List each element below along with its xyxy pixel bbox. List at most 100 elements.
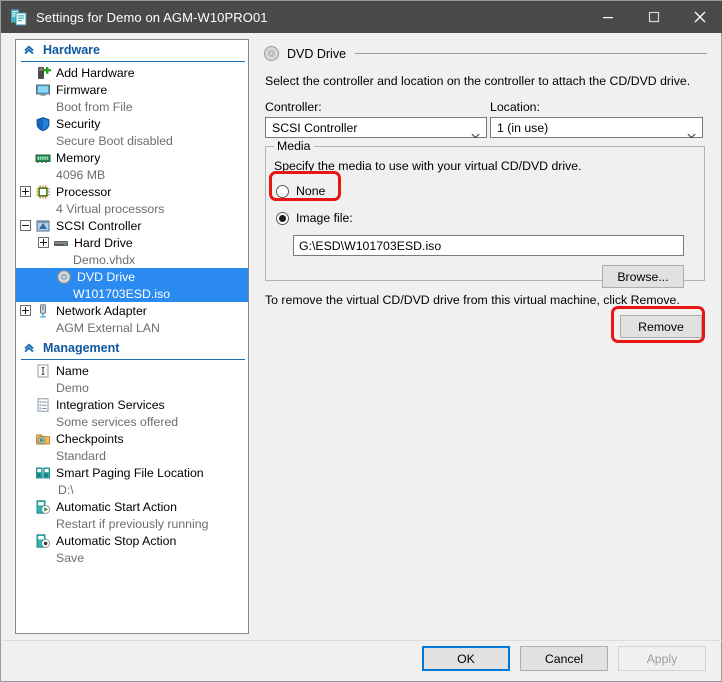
tree-item-sub-security: Secure Boot disabled (56, 133, 173, 148)
panel-description: Select the controller and location on th… (265, 74, 691, 88)
controller-dropdown[interactable]: SCSI Controller (265, 117, 487, 138)
tree-item-memory[interactable]: Memory (16, 149, 248, 166)
tree-item-sub-integration-services: Some services offered (56, 414, 179, 429)
group-header-hardware[interactable]: Hardware (16, 40, 248, 60)
tree-item-sub-automatic-stop-action: Save (56, 550, 85, 565)
panel-header: DVD Drive (263, 45, 709, 62)
tree-item-label: Name (56, 363, 89, 378)
tree-item-label: Automatic Stop Action (56, 533, 177, 548)
none-radio-label: None (296, 184, 326, 198)
tree-item-add-hardware[interactable]: Add Hardware (16, 64, 248, 81)
ok-button[interactable]: OK (422, 646, 510, 671)
tree-item-sub-checkpoints: Standard (56, 448, 106, 463)
chevron-up-icon (21, 340, 37, 356)
name-icon (35, 363, 51, 379)
expander-plus-icon[interactable] (38, 237, 49, 248)
maximize-button[interactable] (631, 1, 677, 33)
tree-item-sub-processor: 4 Virtual processors (56, 201, 165, 216)
remove-description: To remove the virtual CD/DVD drive from … (265, 293, 680, 307)
tree-item-sub-dvd-drive: W101703ESD.iso (16, 285, 248, 302)
group-divider-management (21, 359, 245, 360)
cancel-button[interactable]: Cancel (520, 646, 608, 671)
location-field: Location: 1 (in use) (490, 100, 703, 138)
tree-item-integration-services[interactable]: Integration Services (16, 396, 248, 413)
tree-item-firmware[interactable]: Firmware (16, 81, 248, 98)
tree-item-name[interactable]: Name (16, 362, 248, 379)
hard-drive-icon (53, 235, 69, 251)
minimize-button[interactable] (585, 1, 631, 33)
expander-plus-icon[interactable] (20, 186, 31, 197)
location-dropdown[interactable]: 1 (in use) (490, 117, 703, 138)
tree-item-label: Network Adapter (56, 303, 147, 318)
security-shield-icon (35, 116, 51, 132)
dvd-drive-settings-panel: DVD Drive Select the controller and loca… (259, 39, 709, 634)
memory-icon (35, 150, 51, 166)
expander-minus-icon[interactable] (20, 220, 31, 231)
group-label-management: Management (43, 341, 120, 355)
settings-navigation-tree[interactable]: Hardware Add Hardware Firmware Boot from… (15, 39, 249, 634)
group-header-management[interactable]: Management (16, 338, 248, 358)
chevron-up-icon (21, 42, 37, 58)
tree-item-sub-name: Demo (56, 380, 89, 395)
processor-icon (35, 184, 51, 200)
tree-item-automatic-start-action[interactable]: Automatic Start Action (16, 498, 248, 515)
group-label-hardware: Hardware (43, 43, 100, 57)
image-file-radio-button[interactable] (276, 211, 289, 225)
panel-header-rule (355, 53, 707, 54)
tree-item-sub-memory: 4096 MB (56, 167, 106, 182)
controller-field: Controller: SCSI Controller (265, 100, 487, 138)
browse-button[interactable]: Browse... (602, 265, 684, 288)
settings-dialog: Settings for Demo on AGM-W10PRO01 Hardwa (0, 0, 722, 682)
panel-title: DVD Drive (287, 46, 347, 61)
media-description: Specify the media to use with your virtu… (274, 159, 582, 173)
tree-item-label: Processor (56, 184, 112, 199)
tree-item-dvd-drive[interactable]: DVD Drive (16, 268, 248, 285)
tree-item-label: Security (56, 116, 101, 131)
tree-item-label: SCSI Controller (56, 218, 142, 233)
tree-item-scsi-controller[interactable]: SCSI Controller (16, 217, 248, 234)
expander-plus-icon[interactable] (20, 305, 31, 316)
tree-item-label: Hard Drive (74, 235, 133, 250)
tree-item-network-adapter[interactable]: Network Adapter (16, 302, 248, 319)
location-value: 1 (in use) (497, 120, 549, 135)
tree-item-smart-paging-file-location[interactable]: Smart Paging File Location (16, 464, 248, 481)
none-radio-button[interactable] (276, 184, 289, 198)
auto-start-icon (35, 499, 51, 515)
network-adapter-icon (35, 303, 51, 319)
media-legend: Media (277, 139, 311, 153)
window-title: Settings for Demo on AGM-W10PRO01 (36, 9, 268, 25)
auto-stop-icon (35, 533, 51, 549)
remove-button[interactable]: Remove (620, 315, 702, 338)
integration-services-icon (35, 397, 51, 413)
group-divider-hardware (21, 61, 245, 62)
tree-item-label: Smart Paging File Location (56, 465, 204, 480)
tree-item-label: Integration Services (56, 397, 165, 412)
dvd-disc-icon (263, 45, 280, 62)
close-button[interactable] (677, 1, 722, 33)
tree-item-sub-network-adapter: AGM External LAN (56, 320, 160, 335)
tree-item-security[interactable]: Security (16, 115, 248, 132)
image-file-radio-label: Image file: (296, 211, 353, 225)
tree-item-label: Automatic Start Action (56, 499, 177, 514)
tree-item-processor[interactable]: Processor (16, 183, 248, 200)
media-group: Media Specify the media to use with your… (265, 139, 705, 288)
controller-label: Controller: (265, 100, 322, 114)
tree-item-label: Add Hardware (56, 65, 135, 80)
tree-item-automatic-stop-action[interactable]: Automatic Stop Action (16, 532, 248, 549)
tree-item-sub-hard-drive: Demo.vhdx (73, 252, 136, 267)
tree-item-label: DVD Drive (77, 269, 136, 284)
media-image-file-option[interactable]: Image file: (276, 211, 353, 225)
tree-item-label: Firmware (56, 82, 108, 97)
media-none-option[interactable]: None (276, 184, 325, 198)
tree-item-checkpoints[interactable]: Checkpoints (16, 430, 248, 447)
tree-item-sub-firmware: Boot from File (56, 99, 133, 114)
smart-paging-icon (35, 465, 51, 481)
tree-item-hard-drive[interactable]: Hard Drive (16, 234, 248, 251)
location-label: Location: (490, 100, 540, 114)
image-file-path-input[interactable]: G:\ESD\W101703ESD.iso (293, 235, 684, 256)
controller-value: SCSI Controller (272, 120, 358, 135)
window-controls (585, 1, 722, 33)
firmware-icon (35, 82, 51, 98)
tree-item-label: Memory (56, 150, 101, 165)
apply-button: Apply (618, 646, 706, 671)
